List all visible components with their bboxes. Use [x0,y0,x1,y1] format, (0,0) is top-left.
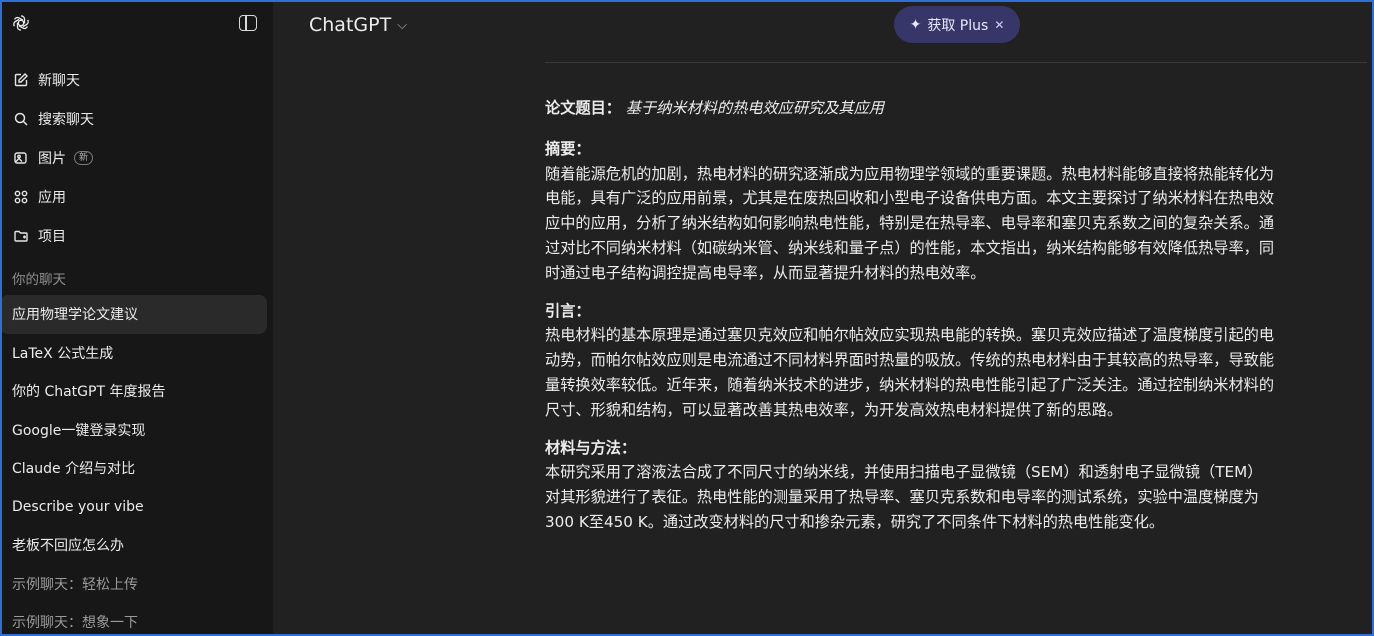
paragraph-line: 随着能源危机的加剧，热电材料的研究逐渐成为应用物理学领域的重要课题。热电材料能够… [545,164,1274,183]
openai-logo-icon[interactable] [10,12,32,34]
paragraph-line: 300 K至450 K。通过改变材料的尺寸和掺杂元素，研究了不同条件下材料的热电… [545,512,1165,531]
paragraph-line: 对其形貌进行了表征。热电性能的测量采用了热导率、塞贝克系数和电导率的测试系统，实… [545,488,1259,507]
section-heading: 引言： [545,301,591,320]
methods-section: 材料与方法： 本研究采用了溶液法合成了不同尺寸的纳米线，并使用扫描电子显微镜（S… [545,436,1374,535]
get-plus-button[interactable]: ✦ 获取 Plus ✕ [894,6,1020,43]
chat-history-item[interactable]: 应用物理学论文建议 [0,295,267,334]
abstract-section: 摘要： 随着能源危机的加剧，热电材料的研究逐渐成为应用物理学领域的重要课题。热电… [545,137,1374,286]
image-icon [12,149,30,167]
paragraph-line: 时通过电子结构调控提高电导率，从而显著提升材料的热电效率。 [545,263,986,282]
new-badge: 新 [74,150,94,165]
your-chats-heading: 你的聊天 [12,272,66,288]
chat-history-item[interactable]: 老板不回应怎么办 [0,526,267,565]
main-panel: ChatGPT ⌵ ✦ 获取 Plus ✕ 论文题目： 基于纳米材料的热电效应研… [273,0,1374,636]
paper-title-value: 基于纳米材料的热电效应研究及其应用 [625,99,884,117]
paper-title-label: 论文题目： [545,99,621,117]
paper-title: 论文题目： 基于纳米材料的热电效应研究及其应用 [545,96,1374,121]
chat-history-item[interactable]: LaTeX 公式生成 [0,334,267,373]
search-chats-button[interactable]: 搜索聊天 [0,99,273,138]
chat-history-list: 应用物理学论文建议 LaTeX 公式生成 你的 ChatGPT 年度报告 Goo… [0,295,273,636]
section-heading: 摘要： [545,139,591,158]
nav-label: 图片 [38,150,66,167]
sidebar-toggle-icon[interactable] [239,15,257,31]
images-button[interactable]: 图片 新 [0,138,273,177]
sidebar-nav: 新聊天 搜索聊天 图片 新 应用 项目 [0,60,273,255]
close-icon[interactable]: ✕ [994,18,1004,32]
get-plus-label: 获取 Plus [927,17,989,34]
chat-history-item[interactable]: 示例聊天：想象一下 [0,603,267,636]
paragraph-line: 本研究采用了溶液法合成了不同尺寸的纳米线，并使用扫描电子显微镜（SEM）和透射电… [545,463,1263,482]
assistant-message: 论文题目： 基于纳米材料的热电效应研究及其应用 摘要： 随着能源危机的加剧，热电… [545,96,1374,548]
paragraph-line: 电能，具有广泛的应用前景，尤其是在废热回收和小型电子设备供电方面。本文主要探讨了… [545,189,1274,208]
apps-icon [12,188,30,206]
message-divider [545,62,1367,63]
paragraph-line: 应中的应用，分析了纳米结构如何影响热电性能，特别是在热导率、电导率和塞贝克系数之… [545,214,1274,233]
sparkle-icon: ✦ [909,16,922,33]
chat-history-item[interactable]: 示例聊天：轻松上传 [0,565,267,604]
introduction-section: 引言： 热电材料的基本原理是通过塞贝克效应和帕尔帖效应实现热电能的转换。塞贝克效… [545,299,1374,423]
paragraph-line: 动势，而帕尔帖效应则是电流通过不同材料界面时热量的吸放。传统的热电材料由于其较高… [545,351,1274,370]
model-selector[interactable]: ChatGPT ⌵ [309,14,407,36]
chat-history-item[interactable]: Describe your vibe [0,488,267,527]
search-icon [12,110,30,128]
new-chat-button[interactable]: 新聊天 [0,60,273,99]
paragraph-line: 量转换效率较低。近年来，随着纳米技术的进步，纳米材料的热电性能引起了广泛关注。通… [545,375,1274,394]
paragraph-line: 尺寸、形貌和结构，可以显著改善其热电效率，为开发高效热电材料提供了新的思路。 [545,400,1123,419]
model-name: ChatGPT [309,14,392,36]
chat-history-item[interactable]: Claude 介绍与对比 [0,449,267,488]
nav-label: 应用 [38,189,66,206]
projects-button[interactable]: 项目 [0,216,273,255]
sidebar-header [0,0,273,46]
edit-icon [12,71,30,89]
paragraph-line: 过对比不同纳米材料（如碳纳米管、纳米线和量子点）的性能，本文指出，纳米结构能够有… [545,238,1274,257]
top-bar: ChatGPT ⌵ ✦ 获取 Plus ✕ [273,0,1374,50]
chat-history-item[interactable]: 你的 ChatGPT 年度报告 [0,372,267,411]
paragraph-line: 热电材料的基本原理是通过塞贝克效应和帕尔帖效应实现热电能的转换。塞贝克效应描述了… [545,326,1274,345]
nav-label: 项目 [38,228,66,245]
nav-label: 搜索聊天 [38,111,94,128]
section-heading: 材料与方法： [545,438,637,457]
folder-icon [12,227,30,245]
chat-history-item[interactable]: Google一键登录实现 [0,411,267,450]
sidebar: 新聊天 搜索聊天 图片 新 应用 项目 你的聊天 应用物理学论文建议 LaTeX… [0,0,273,636]
apps-button[interactable]: 应用 [0,177,273,216]
chevron-down-icon: ⌵ [397,17,408,33]
nav-label: 新聊天 [38,72,80,89]
